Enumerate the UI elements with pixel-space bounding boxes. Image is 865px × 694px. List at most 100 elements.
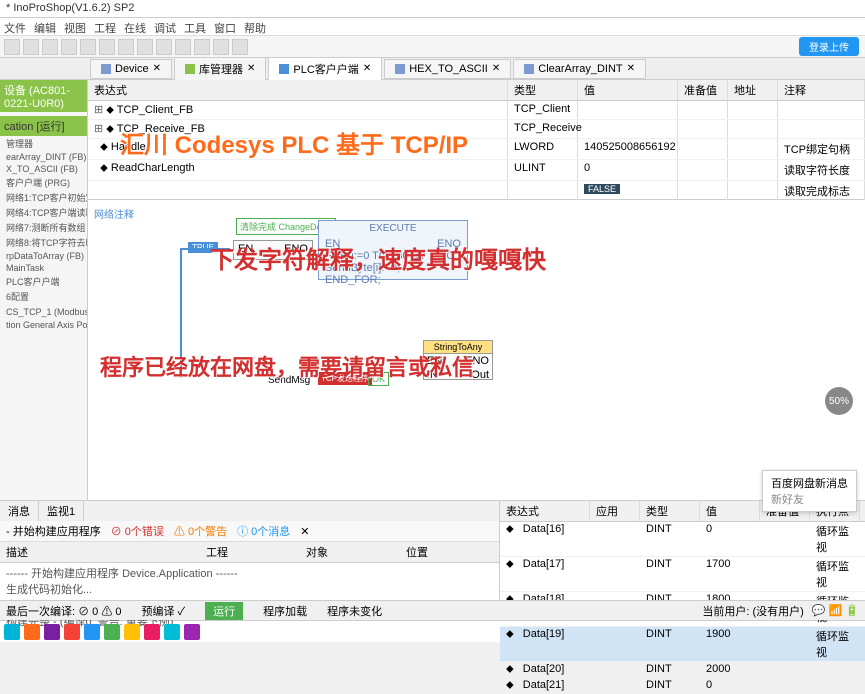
menu-bar: 文件 编辑 视图 工程 在线 调试 工具 窗口 帮助 [0, 18, 865, 36]
tree-item[interactable]: MainTask [0, 262, 87, 274]
task-app3-icon[interactable] [104, 624, 120, 640]
menu-file[interactable]: 文件 [4, 20, 26, 33]
toolbar-copy-icon[interactable] [118, 39, 134, 55]
tree-item[interactable]: 网络4:TCP客户端读取据 [0, 205, 87, 220]
menu-online[interactable]: 在线 [124, 20, 146, 33]
toolbar-cut-icon[interactable] [99, 39, 115, 55]
menu-window[interactable]: 窗口 [214, 20, 236, 33]
col-comment[interactable]: 注释 [778, 80, 865, 100]
watch-row[interactable]: ⬥ HandleLWORD140525008656192TCP绑定句柄 [88, 139, 865, 160]
col-object[interactable]: 对象 [300, 542, 400, 562]
toolbar-undo-icon[interactable] [61, 39, 77, 55]
task-vs-icon[interactable] [44, 624, 60, 640]
editor-content: 表达式 类型 值 准备值 地址 注释 ⊞⬥ TCP_Client_FBTCP_C… [88, 80, 865, 500]
tree-item[interactable]: 客户户端 (PRG) [0, 175, 87, 190]
task-app2-icon[interactable] [64, 624, 80, 640]
fbd-changedone[interactable]: ENENO [233, 240, 313, 260]
col-val[interactable]: 值 [700, 501, 760, 521]
watch-row[interactable]: ⬥ ReadCharLengthULINT0读取字符长度 [88, 160, 865, 181]
col-position[interactable]: 位置 [400, 542, 480, 562]
fbd-stringtoany[interactable]: StringToAny ENENO INOut [423, 340, 493, 380]
data-row[interactable]: ⬥ Data[17]DINT1700循环监视 [500, 557, 865, 592]
col-prep[interactable]: 准备值 [678, 80, 728, 100]
close-icon[interactable]: ✕ [300, 525, 309, 538]
toolbar-redo-icon[interactable] [80, 39, 96, 55]
data-row-selected[interactable]: ⬥ Data[19]DINT1900循环监视 [500, 627, 865, 662]
main-area: 设备 (AC801-0221-U0R0) cation [运行] 管理器 ear… [0, 80, 865, 500]
tree-item[interactable]: 网络7:测断所有数组 [0, 220, 87, 235]
data-row[interactable]: ⬥ Data[21]DINT0 [500, 678, 865, 694]
tab-cleararray[interactable]: ClearArray_DINT ✕ [513, 59, 646, 79]
tab-hex-to-ascii[interactable]: HEX_TO_ASCII ✕ [384, 59, 511, 79]
menu-view[interactable]: 视图 [64, 20, 86, 33]
task-folder-icon[interactable] [124, 624, 140, 640]
watch-row[interactable]: ⊞⬥ TCP_Client_FBTCP_Client [88, 101, 865, 120]
tree-item[interactable]: CS_TCP_1 (Modbus TCP主站) [0, 304, 87, 319]
last-compile: 最后一次编译: ⊘ 0 ⚠ 0 [6, 603, 122, 619]
tree-item[interactable]: X_TO_ASCII (FB) [0, 163, 87, 175]
zoom-badge[interactable]: 50% [825, 387, 853, 415]
col-app[interactable]: 应用 [590, 501, 640, 521]
execute-title: EXECUTE [319, 221, 467, 236]
error-count[interactable]: 0个错误 [125, 526, 164, 538]
fb-icon [395, 64, 405, 74]
tab-library[interactable]: 库管理器 ✕ [174, 57, 266, 81]
network-label: 网络注释 [94, 206, 134, 221]
col-value[interactable]: 值 [578, 80, 678, 100]
tree-item[interactable]: rpDataToArray (FB) [0, 250, 87, 262]
task-edge-icon[interactable] [84, 624, 100, 640]
menu-debug[interactable]: 调试 [154, 20, 176, 33]
upload-button[interactable]: 登录上传 [799, 37, 859, 56]
editor-tabs: Device ✕ 库管理器 ✕ PLC客户户端 ✕ HEX_TO_ASCII ✕… [0, 58, 865, 80]
tab-device[interactable]: Device ✕ [90, 59, 172, 79]
tree-item[interactable]: tion General Axis Pool [0, 319, 87, 331]
tab-watch1[interactable]: 监视1 [39, 501, 84, 521]
info-count[interactable]: 0个消息 [251, 526, 290, 538]
fbd-execute[interactable]: EXECUTE ENENO FOR i:=0 TO 180 BY 1 DO Se… [318, 220, 468, 280]
toolbar-run-icon[interactable] [213, 39, 229, 55]
toolbar-save-icon[interactable] [42, 39, 58, 55]
col-addr[interactable]: 地址 [728, 80, 778, 100]
col-expr[interactable]: 表达式 [500, 501, 590, 521]
tree-item[interactable]: 网络8:将TCP字符去暗为数据 [0, 235, 87, 250]
col-expr[interactable]: 表达式 [88, 80, 508, 100]
data-row[interactable]: ⬥ Data[20]DINT2000 [500, 662, 865, 678]
task-app4-icon[interactable] [144, 624, 160, 640]
warning-count[interactable]: 0个警告 [188, 526, 227, 538]
col-project[interactable]: 工程 [200, 542, 300, 562]
toolbar-new-icon[interactable] [4, 39, 20, 55]
tree-item[interactable]: earArray_DINT (FB) [0, 151, 87, 163]
msg-line: 生成代码初始化... [6, 581, 493, 597]
app-section: cation [运行] [0, 116, 87, 136]
task-app5-icon[interactable] [164, 624, 180, 640]
fbd-editor[interactable]: 网络注释 TRUE 清除完成 ChangeDone ENENO EXECUTE … [88, 200, 865, 500]
toolbar-build-icon[interactable] [175, 39, 191, 55]
toolbar-paste-icon[interactable] [137, 39, 153, 55]
menu-help[interactable]: 帮助 [244, 20, 266, 33]
menu-tools[interactable]: 工具 [184, 20, 206, 33]
watch-row[interactable]: FALSE读取完成标志 [88, 181, 865, 202]
watch-row[interactable]: ⊞⬥ TCP_Receive_FBTCP_Receive [88, 120, 865, 139]
tree-item[interactable]: 网络1:TCP客户初始定 [0, 190, 87, 205]
col-desc[interactable]: 描述 [0, 542, 200, 562]
tree-item-mgr[interactable]: 管理器 [0, 136, 87, 151]
menu-edit[interactable]: 编辑 [34, 20, 56, 33]
ok-tag: OK [368, 372, 389, 386]
menu-project[interactable]: 工程 [94, 20, 116, 33]
data-watch-panel: 表达式 应用 类型 值 准备值 执行点 ⬥ Data[16]DINT0循环监视 … [500, 501, 865, 600]
toolbar-open-icon[interactable] [23, 39, 39, 55]
task-start-icon[interactable] [4, 624, 20, 640]
toolbar-stop-icon[interactable] [232, 39, 248, 55]
toolbar-find-icon[interactable] [156, 39, 172, 55]
watch-panel: 表达式 类型 值 准备值 地址 注释 ⊞⬥ TCP_Client_FBTCP_C… [88, 80, 865, 200]
tab-messages[interactable]: 消息 [0, 501, 39, 521]
task-app6-icon[interactable] [184, 624, 200, 640]
tab-plc-client[interactable]: PLC客户户端 ✕ [268, 57, 382, 81]
toolbar-login-icon[interactable] [194, 39, 210, 55]
notification-popup[interactable]: 百度网盘新消息 新好友 [762, 470, 857, 512]
tree-item[interactable]: 6配置 [0, 289, 87, 304]
col-type[interactable]: 类型 [640, 501, 700, 521]
task-app-icon[interactable] [24, 624, 40, 640]
tree-item[interactable]: PLC客户户端 [0, 274, 87, 289]
col-type[interactable]: 类型 [508, 80, 578, 100]
